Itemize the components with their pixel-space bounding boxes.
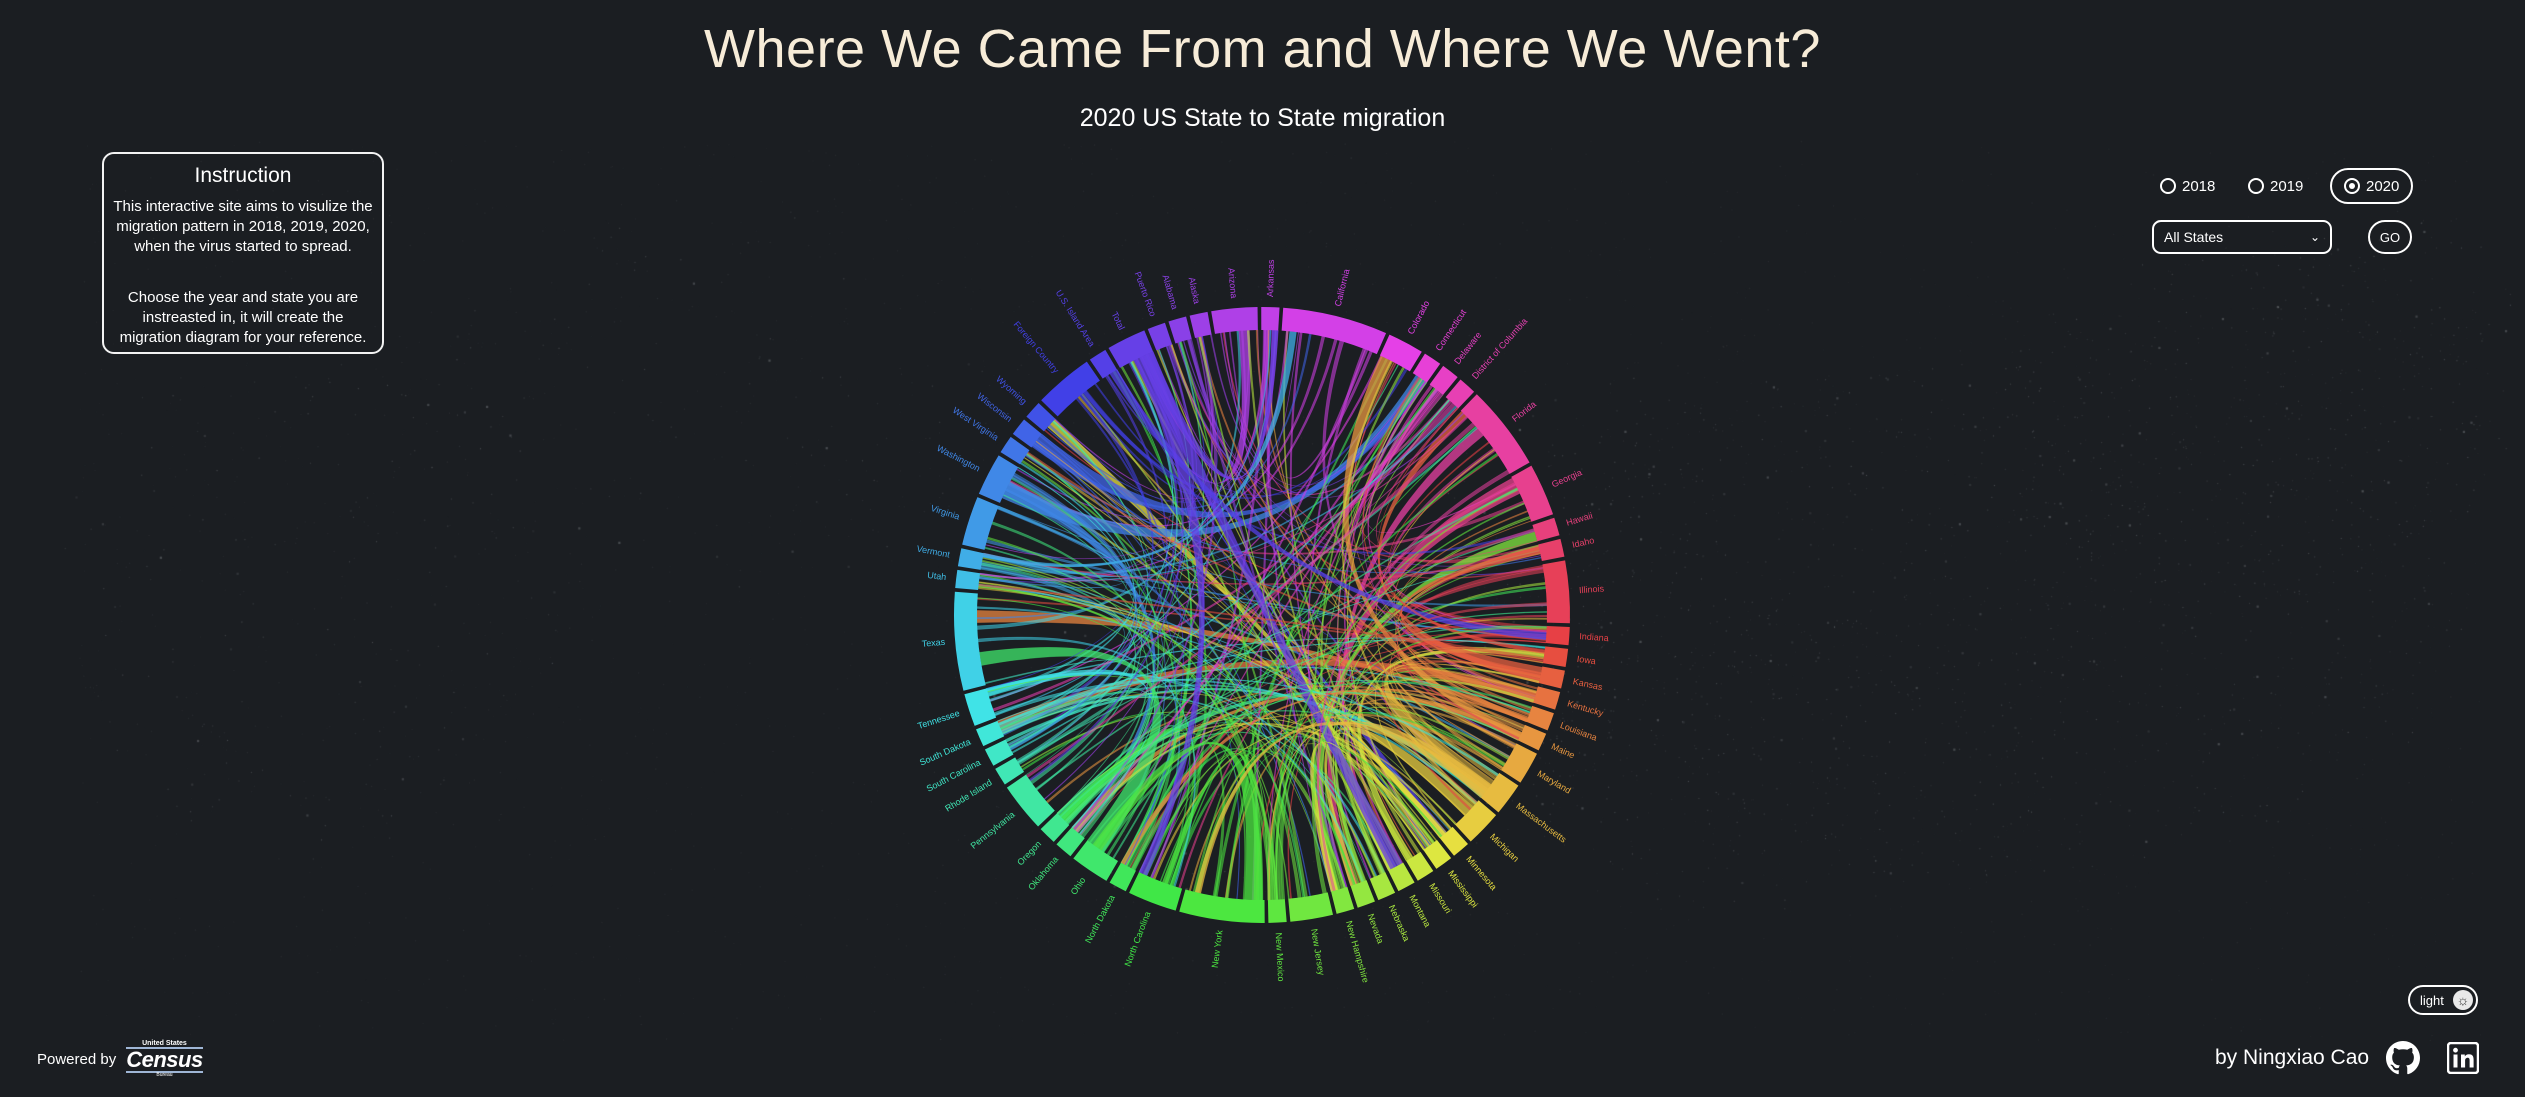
census-logo[interactable]: United States Census Bureau [126,1040,203,1078]
census-logo-line3: Bureau [156,1072,173,1078]
chord-state-label: Wyoming [994,374,1029,406]
chord-state-label: Ohio [1069,875,1088,896]
chord-state-label: Texas [921,637,946,649]
linkedin-icon[interactable] [2447,1042,2479,1074]
chord-arc[interactable] [957,548,984,570]
chord-arc[interactable] [1538,666,1565,689]
powered-by: Powered by United States Census Bureau [37,1040,203,1078]
sun-icon: ☼ [2453,990,2473,1010]
chord-state-label: North Dakota [1083,893,1117,945]
chord-state-label: South Dakota [918,737,972,768]
chord-state-label: Hawaii [1565,510,1594,527]
chord-arc[interactable] [1542,560,1570,624]
chord-state-label: Washington [935,443,982,473]
chord-state-label: Massachusetts [1514,801,1568,845]
chord-state-label: Louisiana [1559,720,1599,743]
chord-state-label: New Hampshire [1344,920,1371,984]
chord-arc[interactable] [1533,686,1561,710]
chord-state-label: Maine [1550,741,1576,760]
chord-state-label: Rhode Island [943,777,993,813]
chord-arc[interactable] [1267,899,1287,923]
theme-toggle[interactable]: light ☼ [2408,985,2478,1015]
chord-state-label: Foreign Country [1012,319,1062,375]
chord-state-label: Kentucky [1566,698,1605,718]
chord-state-label: Colorado [1406,299,1432,336]
chord-state-label: District of Columbia [1470,316,1529,381]
chord-state-label: Florida [1510,399,1538,424]
chord-state-label: Puerto Rico [1133,270,1159,318]
chord-state-label: Maryland [1536,768,1573,795]
theme-toggle-label: light [2420,992,2444,1008]
chord-state-label: Tennessee [916,708,961,731]
chord-state-label: Minnesota [1464,854,1498,892]
chord-state-label: Total [1109,310,1126,331]
chord-state-label: Mississippi [1446,868,1480,909]
chord-state-label: Idaho [1571,535,1595,550]
chord-state-label: Illinois [1579,583,1605,595]
chord-state-label: Oregon [1015,839,1043,867]
chord-state-label: Iowa [1576,654,1596,667]
chord-state-label: Alaska [1187,276,1202,304]
chord-state-label: Pennsylvania [969,810,1017,851]
chord-state-label: Arkansas [1265,259,1276,297]
chord-arc[interactable] [1331,886,1355,914]
chord-state-label: Indiana [1579,631,1609,643]
app-root: Where We Came From and Where We Went? 20… [0,0,2525,1097]
census-logo-word: Census [126,1047,203,1073]
chord-arc[interactable] [1532,517,1560,542]
chord-state-label: California [1333,268,1352,307]
chord-state-label: Oklahoma [1026,854,1060,892]
chord-state-label: Nevada [1366,912,1386,945]
chord-state-label: Utah [927,570,947,582]
chord-arc[interactable] [1261,307,1280,331]
chord-state-label: Nebraska [1387,903,1412,942]
chord-arc[interactable] [1211,307,1258,334]
chord-state-label: Wisconsin [975,391,1014,424]
chord-state-label: Delaware [1452,330,1483,366]
chord-state-label: Missouri [1427,881,1453,915]
chord-state-label: New York [1210,929,1225,969]
chord-state-label: Arizona [1226,267,1239,298]
chord-arc[interactable] [1545,626,1570,646]
chord-arc[interactable] [1168,316,1192,344]
chord-diagram: Puerto Rico Alabama Alaska Arizona Arkansas C… [916,259,1609,984]
chord-state-label: Vermont [916,543,951,559]
chord-arc[interactable] [1538,538,1565,562]
chord-state-label: New Jersey [1309,928,1327,977]
chord-arc[interactable] [1189,311,1212,338]
chord-state-label: Virginia [930,503,961,522]
github-icon[interactable] [2386,1041,2420,1075]
chord-state-label: Michigan [1488,832,1521,864]
chord-state-label: New Mexico [1274,932,1286,981]
chord-state-label: Montana [1407,893,1432,929]
powered-by-label: Powered by [37,1050,117,1068]
chord-arc[interactable] [1501,743,1537,783]
chord-ribbons [976,329,1548,901]
author-credit: by Ningxiao Cao [2215,1046,2370,1069]
chord-state-label: U.S. Island Area [1054,288,1097,348]
chord-state-label: North Carolina [1122,910,1152,968]
chord-state-label: Alabama [1160,274,1179,311]
chord-arc[interactable] [1288,892,1334,922]
chord-arc[interactable] [955,569,981,591]
chord-arc[interactable] [1542,646,1569,667]
chord-state-label: Georgia [1550,467,1583,489]
census-logo-line1: United States [142,1040,187,1047]
chord-state-label: Kansas [1572,676,1604,692]
